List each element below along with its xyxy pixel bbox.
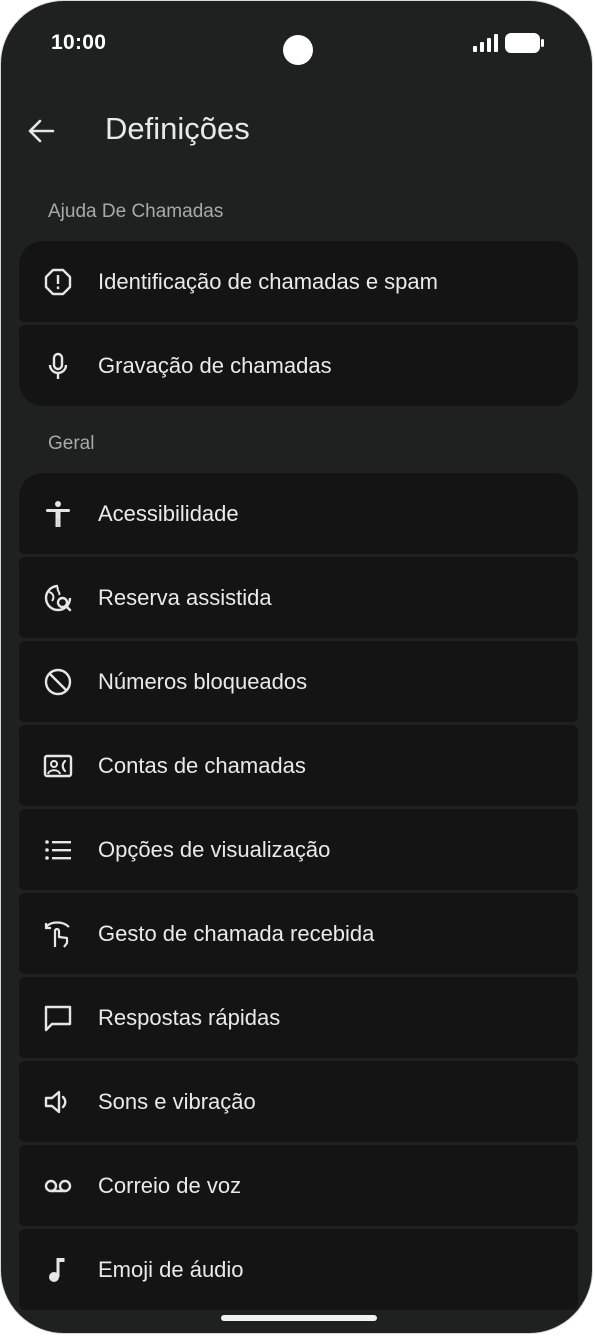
gesture-icon	[44, 921, 70, 948]
music-note-icon	[49, 1258, 65, 1282]
setting-label: Emoji de áudio	[98, 1256, 244, 1282]
setting-audio-emoji[interactable]: Emoji de áudio	[19, 1229, 578, 1310]
camera-cutout	[283, 35, 313, 65]
setting-sounds-vibration[interactable]: Sons e vibração	[19, 1061, 578, 1142]
setting-label: Reserva assistida	[98, 584, 272, 610]
globe-search-icon	[44, 584, 72, 612]
setting-blocked-numbers[interactable]: Números bloqueados	[19, 641, 578, 722]
speaker-icon	[44, 1090, 67, 1114]
voicemail-icon	[44, 1179, 72, 1193]
setting-accessibility[interactable]: Acessibilidade	[19, 473, 578, 554]
setting-label: Contas de chamadas	[98, 752, 306, 778]
status-time: 10:00	[51, 31, 107, 54]
setting-incoming-call-gesture[interactable]: Gesto de chamada recebida	[19, 893, 578, 974]
battery-icon	[505, 33, 544, 53]
setting-caller-id-spam[interactable]: Identificação de chamadas e spam	[19, 241, 578, 322]
setting-label: Opções de visualização	[98, 836, 331, 862]
home-indicator[interactable]	[221, 1315, 377, 1321]
setting-label: Gesto de chamada recebida	[98, 920, 375, 946]
back-arrow-icon[interactable]	[23, 113, 59, 149]
phone-screen: 10:00 Definições Ajuda De Chamadas Ident…	[0, 0, 593, 1334]
page-title: Definições	[105, 111, 250, 146]
setting-call-recording[interactable]: Gravação de chamadas	[19, 325, 578, 406]
setting-quick-responses[interactable]: Respostas rápidas	[19, 977, 578, 1058]
list-icon	[45, 840, 71, 860]
microphone-icon	[48, 352, 68, 379]
section-title-call-assist: Ajuda De Chamadas	[48, 201, 224, 222]
general-group: Acessibilidade Reserva assistida Números…	[19, 473, 578, 1313]
block-icon	[44, 668, 72, 696]
signal-icon	[473, 34, 498, 52]
setting-label: Acessibilidade	[98, 500, 239, 526]
setting-label: Gravação de chamadas	[98, 352, 332, 378]
setting-assisted-booking[interactable]: Reserva assistida	[19, 557, 578, 638]
alert-octagon-icon	[44, 268, 72, 296]
setting-display-options[interactable]: Opções de visualização	[19, 809, 578, 890]
call-assist-group: Identificação de chamadas e spam Gravaçã…	[19, 241, 578, 409]
contact-card-icon	[43, 754, 73, 778]
setting-label: Identificação de chamadas e spam	[98, 268, 438, 294]
setting-voicemail[interactable]: Correio de voz	[19, 1145, 578, 1226]
section-title-general: Geral	[48, 433, 95, 454]
setting-calling-accounts[interactable]: Contas de chamadas	[19, 725, 578, 806]
accessibility-icon	[46, 501, 70, 527]
setting-label: Sons e vibração	[98, 1088, 256, 1114]
setting-label: Respostas rápidas	[98, 1004, 281, 1030]
setting-label: Correio de voz	[98, 1172, 242, 1198]
setting-label: Números bloqueados	[98, 668, 308, 694]
chat-bubble-icon	[44, 1005, 72, 1032]
